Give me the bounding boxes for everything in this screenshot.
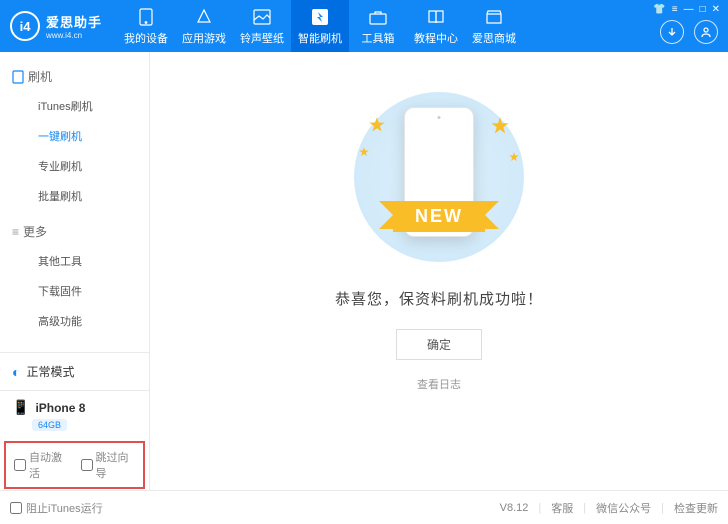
sidebar-group-more: ≡ 更多	[0, 217, 149, 246]
support-link[interactable]: 客服	[551, 500, 573, 516]
logo: i4 爱思助手 www.i4.cn	[10, 11, 102, 41]
brand-url: www.i4.cn	[46, 31, 102, 40]
nav-tutorials[interactable]: 教程中心	[407, 0, 465, 52]
phone-icon: 📱	[12, 399, 29, 416]
sidebar-item-itunes-flash[interactable]: iTunes刷机	[0, 91, 149, 121]
success-message: 恭喜您，保资料刷机成功啦！	[335, 288, 543, 309]
skip-guide-checkbox[interactable]: 跳过向导	[81, 449, 136, 481]
status-bar: 阻止iTunes运行 V8.12 | 客服 | 微信公众号 | 检查更新	[0, 490, 728, 524]
flash-icon	[310, 7, 330, 27]
success-illustration: NEW	[319, 92, 559, 262]
nav-ringtones[interactable]: 铃声壁纸	[233, 0, 291, 52]
device-icon	[136, 7, 156, 27]
activation-options: 自动激活 跳过向导	[4, 441, 145, 489]
nav-tools[interactable]: 工具箱	[349, 0, 407, 52]
storage-badge: 64GB	[32, 419, 67, 431]
main-nav: 我的设备 应用游戏 铃声壁纸 智能刷机 工具箱 教程中心 爱思商城	[117, 0, 523, 52]
window-controls: 👕 ≡ — □ ✕	[653, 4, 720, 15]
book-icon	[426, 7, 446, 27]
view-log-link[interactable]: 查看日志	[417, 376, 461, 392]
nav-flash[interactable]: 智能刷机	[291, 0, 349, 52]
wechat-link[interactable]: 微信公众号	[596, 500, 651, 516]
sidebar: 刷机 iTunes刷机 一键刷机 专业刷机 批量刷机 ≡ 更多 其他工具 下载固…	[0, 52, 150, 490]
sidebar-item-batch-flash[interactable]: 批量刷机	[0, 181, 149, 211]
status-icon: ◐	[12, 364, 20, 380]
skin-button[interactable]: 👕	[653, 4, 665, 15]
check-update-link[interactable]: 检查更新	[674, 500, 718, 516]
sidebar-item-oneclick-flash[interactable]: 一键刷机	[0, 121, 149, 151]
device-icon	[12, 70, 24, 84]
maximize-button[interactable]: □	[700, 4, 706, 15]
title-bar: i4 爱思助手 www.i4.cn 我的设备 应用游戏 铃声壁纸 智能刷机 工具…	[0, 0, 728, 52]
main-panel: NEW 恭喜您，保资料刷机成功啦！ 确定 查看日志	[150, 52, 728, 490]
toolbox-icon	[368, 7, 388, 27]
account-button[interactable]	[694, 20, 718, 44]
header-right	[660, 20, 718, 44]
sidebar-group-flash: 刷机	[0, 62, 149, 91]
device-row[interactable]: 📱 iPhone 8 64GB	[0, 391, 149, 439]
menu-button[interactable]: ≡	[672, 4, 678, 15]
close-button[interactable]: ✕	[712, 4, 720, 15]
nav-apps[interactable]: 应用游戏	[175, 0, 233, 52]
version-label: V8.12	[500, 502, 529, 514]
brand-name: 爱思助手	[46, 12, 102, 31]
sidebar-item-other-tools[interactable]: 其他工具	[0, 246, 149, 276]
new-ribbon: NEW	[393, 201, 485, 232]
image-icon	[252, 7, 272, 27]
block-itunes-checkbox[interactable]: 阻止iTunes运行	[10, 500, 103, 516]
store-icon	[484, 7, 504, 27]
status-row[interactable]: ◐ 正常模式	[0, 353, 149, 391]
logo-icon: i4	[10, 11, 40, 41]
nav-store[interactable]: 爱思商城	[465, 0, 523, 52]
sidebar-item-pro-flash[interactable]: 专业刷机	[0, 151, 149, 181]
apps-icon	[194, 7, 214, 27]
sidebar-item-download-fw[interactable]: 下载固件	[0, 276, 149, 306]
list-icon: ≡	[12, 225, 19, 239]
device-name: iPhone 8	[35, 401, 85, 415]
minimize-button[interactable]: —	[684, 4, 694, 15]
confirm-button[interactable]: 确定	[396, 329, 482, 360]
sidebar-item-advanced[interactable]: 高级功能	[0, 306, 149, 336]
status-text: 正常模式	[26, 363, 74, 380]
nav-my-device[interactable]: 我的设备	[117, 0, 175, 52]
download-button[interactable]	[660, 20, 684, 44]
auto-activate-checkbox[interactable]: 自动激活	[14, 449, 69, 481]
